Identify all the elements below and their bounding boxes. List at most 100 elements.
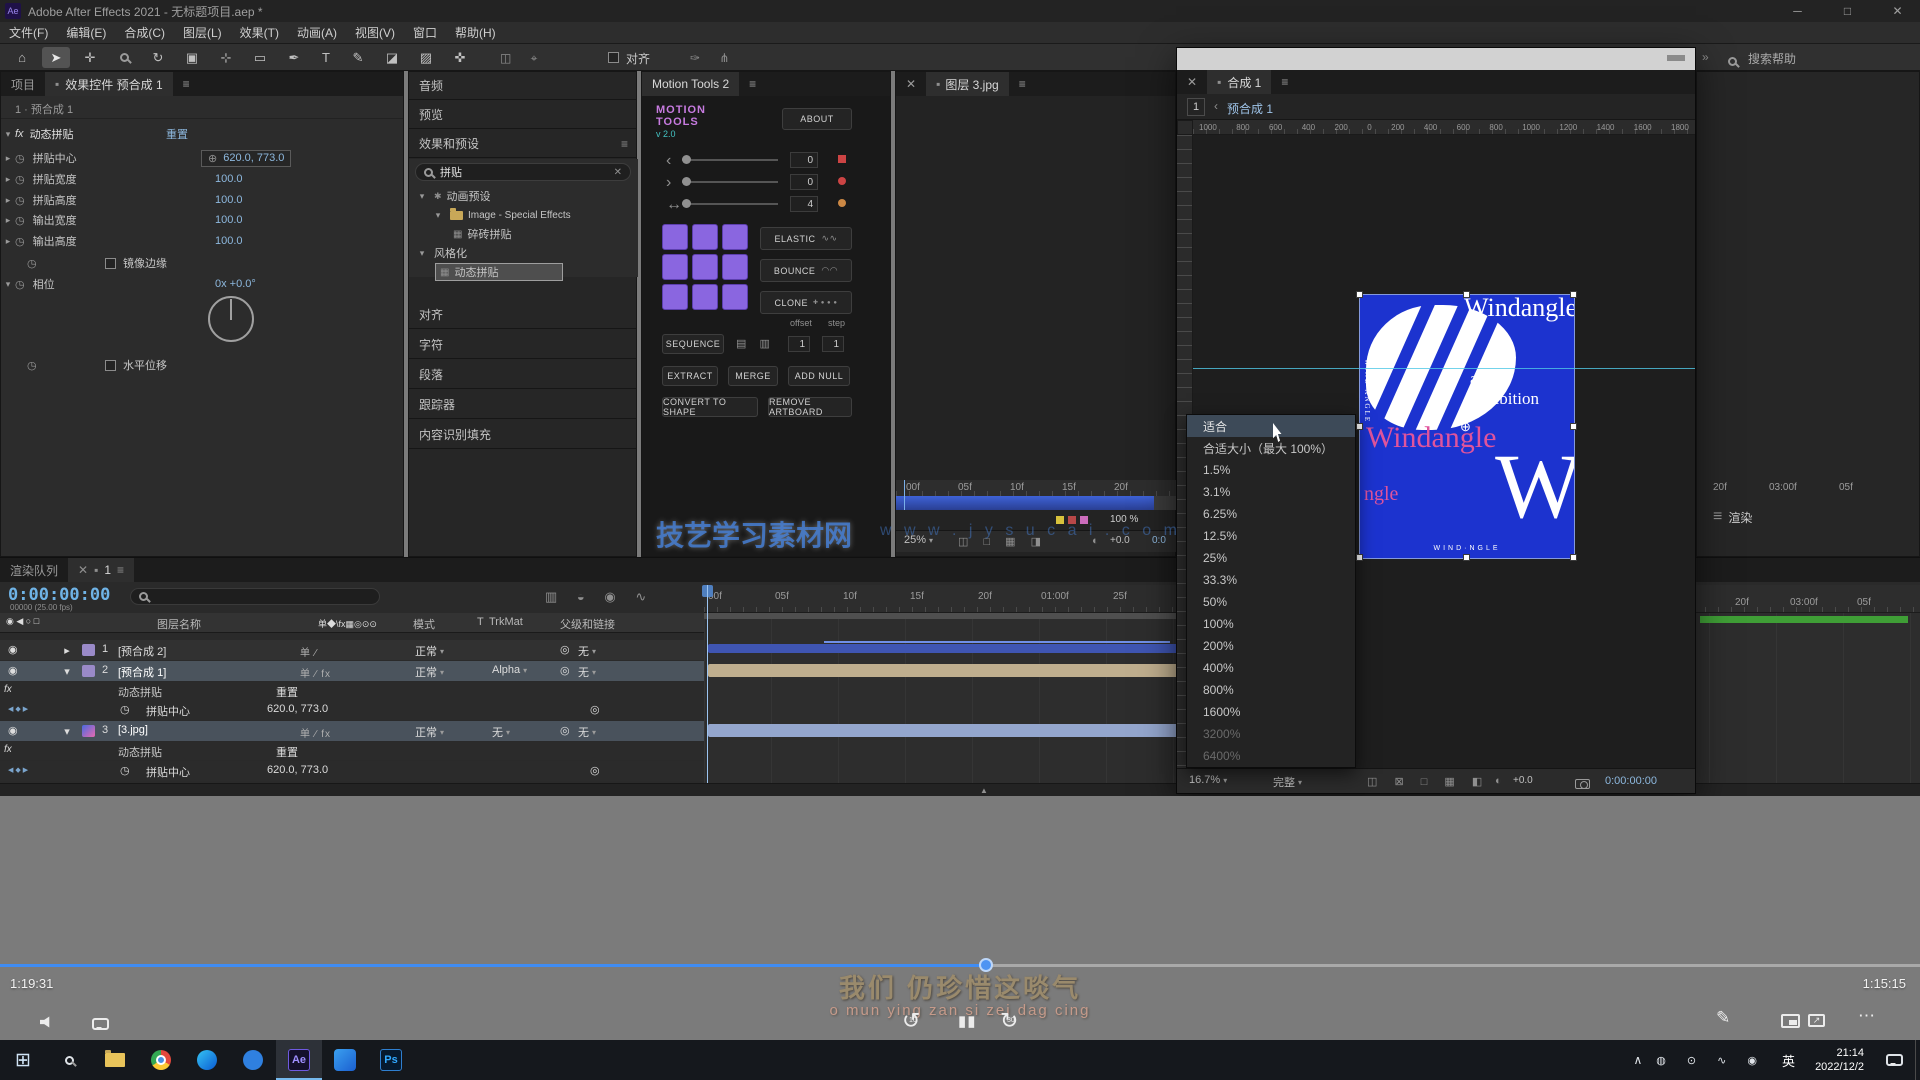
tab-timeline[interactable]: ✕ ▪ 1 ≡	[68, 558, 134, 582]
col-parent[interactable]: 父级和链接	[560, 616, 615, 632]
col-t[interactable]: T	[477, 616, 484, 628]
tree-item-motion-tile[interactable]: ▦动态拼贴	[435, 263, 563, 281]
selection-handle[interactable]	[1570, 291, 1577, 298]
menu-edit[interactable]: 编辑(E)	[57, 24, 115, 41]
layer-viewer-menu-icon[interactable]: ≡	[1009, 72, 1036, 96]
tab-render-queue[interactable]: 渲染队列	[0, 558, 68, 582]
align-panel-header[interactable]: 对齐	[409, 301, 636, 329]
reset-link[interactable]: 重置	[276, 744, 298, 760]
menu-composition[interactable]: 合成(C)	[115, 24, 174, 41]
layer-mini-ruler[interactable]: 00f 05f 10f 15f 20f	[896, 480, 1177, 496]
about-button[interactable]: ABOUT	[782, 108, 852, 130]
tracker-panel-header[interactable]: 跟踪器	[409, 391, 636, 419]
fx-badge-icon[interactable]: fx	[15, 128, 24, 140]
keyframe-nav-icons[interactable]: ◀◆▶	[8, 766, 30, 774]
property-value[interactable]: 100.0	[215, 214, 243, 226]
zoom-menu-item[interactable]: 50%	[1187, 591, 1355, 613]
toolbar-extra-icons[interactable]: ✑ ⋔	[690, 51, 737, 65]
stopwatch-icon[interactable]: ◷	[15, 214, 25, 227]
zoom-tool-icon[interactable]	[110, 47, 138, 68]
tab-effect-controls[interactable]: ▪ 效果控件 预合成 1	[45, 72, 173, 96]
render-button[interactable]: ≡ 渲染	[1713, 508, 1752, 526]
layer-name[interactable]: [3.jpg]	[118, 724, 148, 736]
tab-menu-icon[interactable]: ≡	[117, 563, 124, 577]
phase-row[interactable]: ▾ ◷ 相位 0x +0.0°	[1, 274, 403, 294]
fx-badge-icon[interactable]: fx	[4, 744, 12, 755]
zoom-menu-item[interactable]: 1600%	[1187, 701, 1355, 723]
crosshair-icon[interactable]: ⊕	[208, 152, 217, 165]
zoom-menu-item[interactable]: 25%	[1187, 547, 1355, 569]
layer-name[interactable]: [预合成 1]	[118, 664, 166, 680]
selection-handle[interactable]	[1570, 554, 1577, 561]
layer-trim-bar[interactable]	[896, 496, 1154, 510]
menu-animation[interactable]: 动画(A)	[288, 24, 346, 41]
file-explorer-icon[interactable]	[92, 1040, 138, 1080]
trkmat-select[interactable]: Alpha▾	[492, 664, 527, 676]
col-mode[interactable]: 模式	[413, 616, 435, 632]
effect-header-row[interactable]: ▾ fx 动态拼贴 重置	[1, 124, 403, 144]
skip-forward-button[interactable]: ↻30	[1000, 1008, 1018, 1034]
menu-view[interactable]: 视图(V)	[346, 24, 404, 41]
property-value[interactable]: 620.0, 773.0	[267, 703, 328, 715]
col-trkmat[interactable]: TrkMat	[489, 616, 523, 628]
zoom-menu-item[interactable]: 800%	[1187, 679, 1355, 701]
puppet-tool-icon[interactable]: ✜	[446, 47, 474, 68]
player-progress-track[interactable]	[0, 964, 1920, 967]
character-panel-header[interactable]: 字符	[409, 331, 636, 359]
home-icon[interactable]: ⌂	[8, 47, 36, 68]
eye-icon[interactable]: ◉	[8, 664, 18, 677]
close-tab-icon[interactable]: ✕	[78, 563, 88, 577]
stopwatch-icon[interactable]: ◷	[15, 235, 25, 248]
selection-tool-icon[interactable]: ➤	[42, 47, 70, 68]
taskbar-search-icon[interactable]	[46, 1040, 92, 1080]
snapshot-camera-icon[interactable]	[1575, 779, 1590, 789]
close-button[interactable]: ✕	[1875, 0, 1920, 22]
shape-tool-icon[interactable]: ▭	[246, 47, 274, 68]
clone-stamp-tool-icon[interactable]: ◪	[378, 47, 406, 68]
fx-badge-icon[interactable]: fx	[4, 684, 12, 695]
blue-app-icon[interactable]	[322, 1040, 368, 1080]
tab-layer-viewer[interactable]: ▪ 图层 3.jpg	[926, 72, 1009, 96]
comp-time-display[interactable]: 0:00:00:00	[1605, 775, 1657, 787]
pickwhip-icon[interactable]: ◎	[560, 664, 570, 677]
hand-tool-icon[interactable]: ✛	[76, 47, 104, 68]
remove-artboard-button[interactable]: REMOVE ARTBOARD	[768, 397, 852, 417]
edit-pencil-icon[interactable]: ✎	[1716, 1008, 1730, 1028]
menu-help[interactable]: 帮助(H)	[446, 24, 505, 41]
taskbar-ae-icon[interactable]: Ae	[276, 1040, 322, 1080]
timeline-search-input[interactable]	[130, 588, 380, 605]
motion-tools-menu-icon[interactable]: ≡	[739, 72, 766, 96]
subtitle-toggle-icon[interactable]	[92, 1018, 109, 1030]
maximize-button[interactable]: □	[1825, 0, 1870, 22]
timeline-toggle-icons[interactable]: ▥ ◒ ◉ ∿	[545, 589, 654, 605]
rotate-tool-icon[interactable]: ↻	[144, 47, 172, 68]
fullscreen-icon[interactable]: ↗	[1808, 1014, 1825, 1027]
stopwatch-icon[interactable]: ◷	[15, 278, 25, 291]
selection-handle[interactable]	[1356, 423, 1363, 430]
panel-menu-icon[interactable]: ≡	[621, 137, 628, 151]
pan-behind-tool-icon[interactable]: ⊹	[212, 47, 240, 68]
property-row[interactable]: ◀◆▶ ◷ 拼贴中心 620.0, 773.0 ◎	[0, 700, 704, 720]
twirl-icon[interactable]: ▸	[1, 153, 15, 164]
tree-item-brick-tile[interactable]: ▦碎砖拼贴	[453, 225, 511, 243]
paragraph-panel-header[interactable]: 段落	[409, 361, 636, 389]
sequence-button[interactable]: SEQUENCE	[662, 334, 724, 354]
add-null-button[interactable]: ADD NULL	[788, 366, 850, 386]
menu-layer[interactable]: 图层(L)	[174, 24, 231, 41]
pickwhip-icon[interactable]: ◎	[590, 764, 600, 777]
presets-search-input[interactable]: 拼贴 ✕	[415, 163, 631, 181]
parent-select[interactable]: 无▾	[578, 643, 596, 659]
property-name[interactable]: 拼贴中心	[146, 703, 190, 719]
property-value[interactable]: 100.0	[215, 235, 243, 247]
twirl-icon[interactable]: ▸	[60, 644, 74, 657]
property-row[interactable]: ◀◆▶ ◷ 拼贴中心 620.0, 773.0 ◎	[0, 761, 704, 781]
effect-name[interactable]: 动态拼贴	[118, 744, 162, 760]
stopwatch-icon[interactable]: ◷	[120, 764, 130, 777]
selection-handle[interactable]	[1356, 554, 1363, 561]
workspace-icons[interactable]: ◫ ⌖	[500, 51, 545, 66]
selection-handle[interactable]	[1463, 554, 1470, 561]
mirror-edges-row[interactable]: ◷ 镜像边缘	[1, 253, 403, 273]
close-panel-icon[interactable]: ✕	[896, 72, 926, 96]
guide-line[interactable]	[1193, 368, 1695, 369]
slider-value[interactable]: 0	[790, 174, 818, 190]
